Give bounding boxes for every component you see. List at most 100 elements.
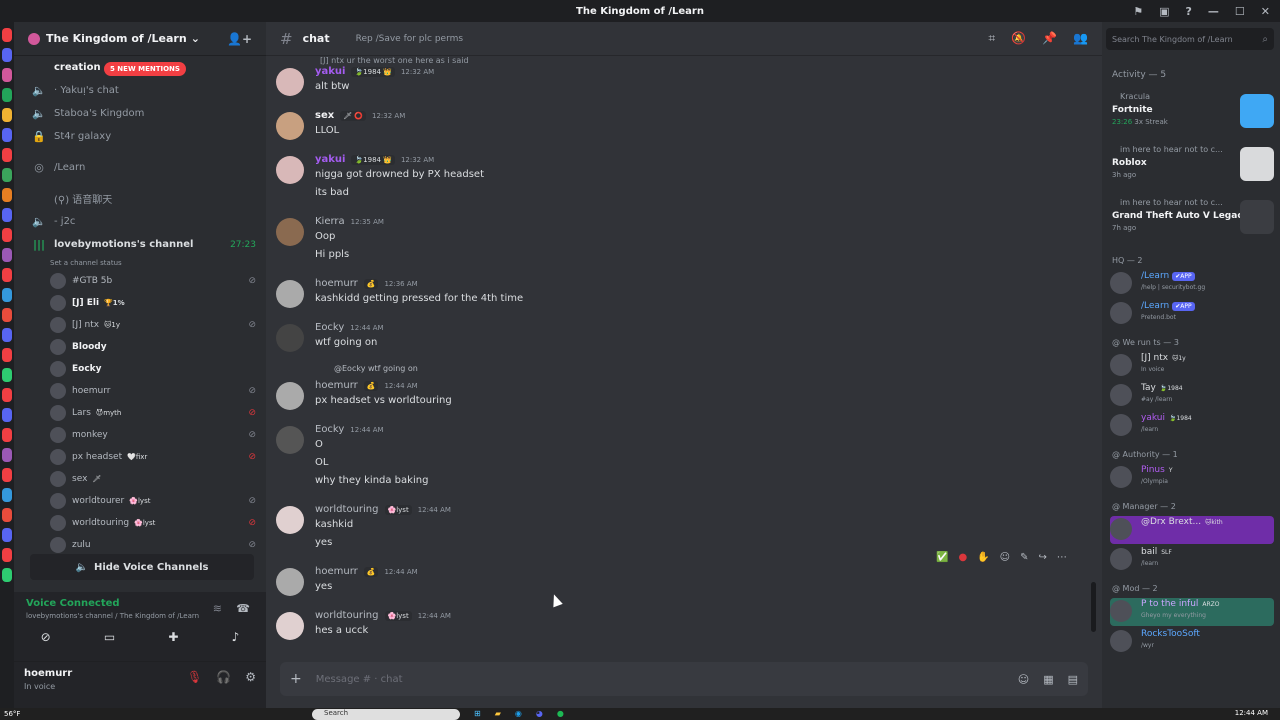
- avatar[interactable]: [276, 280, 304, 308]
- server-icon[interactable]: [2, 228, 12, 242]
- reply-reference[interactable]: @Eocky wtf going on: [334, 364, 418, 373]
- channel-item[interactable]: 🔒 St4r galaxy: [14, 125, 266, 148]
- server-icon[interactable]: [2, 548, 12, 562]
- server-icon[interactable]: [2, 48, 12, 62]
- threads-icon[interactable]: ⌗: [988, 31, 995, 46]
- screen-share-icon[interactable]: ▭: [104, 630, 115, 644]
- username[interactable]: hoemurr: [315, 566, 358, 577]
- pin-icon[interactable]: 📌: [1042, 31, 1057, 46]
- reply-icon[interactable]: ↪: [1038, 552, 1046, 563]
- avatar[interactable]: [276, 426, 304, 454]
- server-icon[interactable]: [2, 68, 12, 82]
- voice-user[interactable]: zulu ⊘: [14, 534, 266, 556]
- server-icon[interactable]: [2, 508, 12, 522]
- taskbar-search[interactable]: Search: [312, 709, 460, 720]
- voice-user[interactable]: px headset 🤍fixr ⊘: [14, 446, 266, 468]
- voice-user[interactable]: Lars 😈myth ⊘: [14, 402, 266, 424]
- member-item[interactable]: yakui 🍃1984/learn: [1110, 412, 1274, 440]
- voice-user[interactable]: Eocky: [14, 358, 266, 380]
- help-icon[interactable]: ?: [1186, 5, 1192, 18]
- channel-item[interactable]: (⚲) 语音聊天: [14, 187, 266, 210]
- server-icon[interactable]: [2, 448, 12, 462]
- voice-user[interactable]: worldtourer 🌸lyst ⊘: [14, 490, 266, 512]
- server-icon[interactable]: [2, 408, 12, 422]
- username[interactable]: worldtouring: [315, 610, 379, 621]
- screen-icon[interactable]: ▣: [1159, 5, 1169, 18]
- sticker-icon[interactable]: ▦: [1043, 673, 1053, 686]
- member-item[interactable]: bail SLF/learn: [1110, 546, 1274, 574]
- username[interactable]: hoemurr: [315, 380, 358, 391]
- server-icon[interactable]: [2, 148, 12, 162]
- server-icon[interactable]: [2, 108, 12, 122]
- server-icon[interactable]: [2, 568, 12, 582]
- server-icon[interactable]: [2, 208, 12, 222]
- voice-status[interactable]: Voice Connected: [26, 598, 120, 609]
- member-item[interactable]: RocksTooSoft/wyr: [1110, 628, 1274, 656]
- server-icon[interactable]: [2, 248, 12, 262]
- guild-header[interactable]: The Kingdom of /Learn ⌄ 👤+: [14, 22, 266, 56]
- close-button[interactable]: ✕: [1261, 5, 1270, 18]
- username[interactable]: yakui: [315, 154, 345, 165]
- add-reaction-icon[interactable]: ☺: [1000, 552, 1010, 563]
- voice-user[interactable]: monkey ⊘: [14, 424, 266, 446]
- headphones-icon[interactable]: 🎧: [216, 670, 231, 684]
- server-icon[interactable]: [2, 468, 12, 482]
- server-icon[interactable]: [2, 28, 12, 42]
- voice-channel[interactable]: ||| lovebymotions's channel 27:23: [14, 233, 266, 256]
- spotify-icon[interactable]: ●: [557, 709, 564, 718]
- username[interactable]: worldtouring: [315, 504, 379, 515]
- more-icon[interactable]: ⋯: [1057, 552, 1067, 563]
- activities-icon[interactable]: ✚: [168, 630, 178, 644]
- voice-user[interactable]: [J] Eli 🏆1%: [14, 292, 266, 314]
- notifications-icon[interactable]: 🔕: [1011, 31, 1026, 46]
- search-input[interactable]: Search The Kingdom of /Learn ⌕: [1106, 28, 1274, 50]
- avatar[interactable]: [276, 612, 304, 640]
- soundboard-icon[interactable]: ♪: [232, 630, 240, 644]
- browser-icon[interactable]: ◉: [515, 709, 522, 718]
- avatar[interactable]: [276, 382, 304, 410]
- reaction-hand-icon[interactable]: ✋: [977, 552, 989, 563]
- server-icon[interactable]: [2, 348, 12, 362]
- disconnect-icon[interactable]: ☎: [236, 602, 250, 615]
- username[interactable]: hoemurr: [315, 278, 358, 289]
- noise-suppression-icon[interactable]: ≋: [213, 602, 222, 615]
- server-icon[interactable]: [2, 188, 12, 202]
- invite-icon[interactable]: 👤+: [227, 32, 252, 46]
- server-icon[interactable]: [2, 128, 12, 142]
- avatar[interactable]: [276, 68, 304, 96]
- avatar[interactable]: [276, 112, 304, 140]
- server-icon[interactable]: [2, 388, 12, 402]
- reaction-check-icon[interactable]: ✅: [936, 552, 948, 563]
- activity-card[interactable]: im here to hear not to c... Roblox 3h ago: [1110, 145, 1274, 189]
- username[interactable]: Eocky: [315, 322, 344, 333]
- member-item[interactable]: Tay 🍃1984 #ay /learn: [1110, 382, 1274, 410]
- windows-icon[interactable]: ⊞: [474, 709, 481, 718]
- apps-icon[interactable]: ▤: [1068, 673, 1078, 686]
- username[interactable]: Eocky: [315, 424, 344, 435]
- discord-icon[interactable]: ◕: [536, 709, 543, 718]
- avatar[interactable]: [276, 568, 304, 596]
- minimize-button[interactable]: —: [1208, 5, 1219, 18]
- voice-user[interactable]: sex 🗡: [14, 468, 266, 490]
- channel-status[interactable]: Set a channel status: [14, 256, 266, 270]
- member-item[interactable]: Pinus Y/Olympia: [1110, 464, 1274, 492]
- avatar[interactable]: [276, 506, 304, 534]
- server-icon[interactable]: [2, 88, 12, 102]
- new-mentions-badge[interactable]: 5 NEW MENTIONS: [104, 62, 186, 76]
- hide-voice-channels-button[interactable]: 🔈 Hide Voice Channels: [30, 554, 254, 580]
- member-item[interactable]: P to the inful ARZO Gheyo my everything: [1110, 598, 1274, 626]
- message-input[interactable]: + Message # · chat ☺ ▦ ▤: [280, 662, 1088, 696]
- server-icon[interactable]: [2, 488, 12, 502]
- server-icon[interactable]: [2, 268, 12, 282]
- server-icon[interactable]: [2, 328, 12, 342]
- voice-user[interactable]: Bloody: [14, 336, 266, 358]
- activity-card[interactable]: Kracula Fortnite 23:26 3x Streak: [1110, 92, 1274, 136]
- voice-user[interactable]: #GTB 5b ⊘: [14, 270, 266, 292]
- channel-topic[interactable]: Rep /Save for plc perms: [346, 34, 463, 44]
- channel-item[interactable]: 🔈 · Yakuᴉ's chat: [14, 79, 266, 102]
- server-icon[interactable]: [2, 368, 12, 382]
- member-item[interactable]: /Learn ✔APP Pretend.bot: [1110, 300, 1274, 328]
- member-list-icon[interactable]: 👥: [1073, 31, 1088, 46]
- server-icon[interactable]: [2, 428, 12, 442]
- username[interactable]: Kierra: [315, 216, 345, 227]
